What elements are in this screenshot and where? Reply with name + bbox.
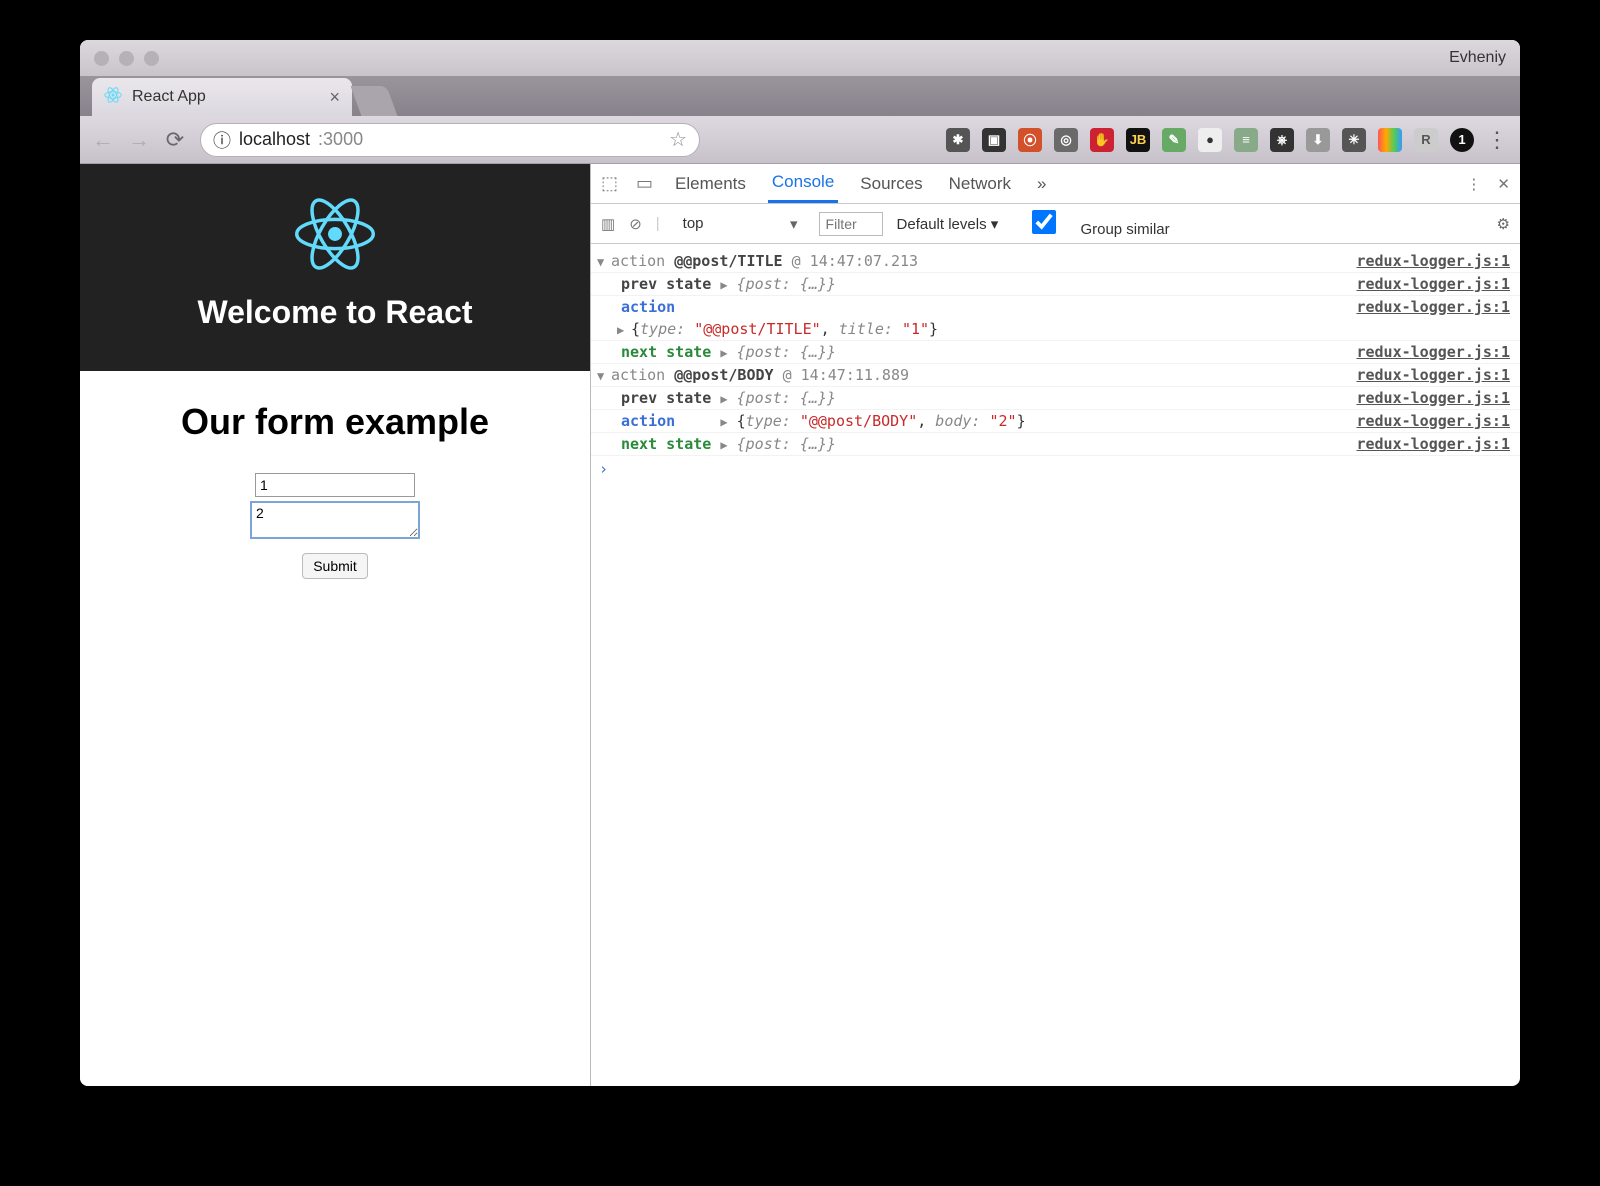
browser-menu-icon[interactable]: ⋮ xyxy=(1486,127,1508,153)
app-header: Welcome to React xyxy=(80,164,590,371)
extension-icon[interactable]: R xyxy=(1414,128,1438,152)
react-logo-icon xyxy=(295,194,375,274)
devtools-panel: ⬚ ▭ Elements Console Sources Network » ⋮… xyxy=(590,164,1520,1086)
log-group-header[interactable]: ▼ action @@post/TITLE @ 14:47:07.213 red… xyxy=(591,250,1520,273)
url-port: :3000 xyxy=(318,129,363,150)
extension-icon[interactable]: ⎈ xyxy=(1270,128,1294,152)
tab-title: React App xyxy=(132,88,206,106)
log-source-link[interactable]: redux-logger.js:1 xyxy=(1356,252,1510,270)
browser-window: Evheniy React App × ← → ⟳ ⓘ localhost :30… xyxy=(80,40,1520,1086)
extension-icon[interactable]: ✎ xyxy=(1162,128,1186,152)
tab-console[interactable]: Console xyxy=(768,164,838,203)
new-tab-button[interactable] xyxy=(351,86,398,116)
group-similar-checkbox[interactable]: Group similar xyxy=(1012,210,1169,238)
log-next-state[interactable]: next state ▶ {post: {…}} xyxy=(591,341,1520,364)
tab-network[interactable]: Network xyxy=(945,166,1015,202)
log-action-object[interactable]: ▶ {type: "@@post/TITLE", title: "1"} xyxy=(591,318,1520,341)
disclosure-triangle-icon[interactable]: ▼ xyxy=(597,369,611,383)
title-input[interactable] xyxy=(255,473,415,497)
log-action-label: action redux-logger.js:1 xyxy=(591,296,1520,318)
console-settings-icon[interactable]: ⚙ xyxy=(1497,215,1510,233)
bookmark-star-icon[interactable]: ☆ xyxy=(669,127,687,152)
traffic-lights xyxy=(94,51,159,66)
console-sidebar-toggle-icon[interactable]: ▥ xyxy=(601,215,615,233)
extension-icon[interactable]: ● xyxy=(1198,128,1222,152)
devtools-tabbar: ⬚ ▭ Elements Console Sources Network » ⋮… xyxy=(591,164,1520,204)
tabs-overflow-icon[interactable]: » xyxy=(1033,166,1050,202)
app-body: Our form example 2 Submit xyxy=(80,371,590,609)
tab-sources[interactable]: Sources xyxy=(856,166,926,202)
window-titlebar: Evheniy xyxy=(80,40,1520,76)
console-prompt[interactable]: › xyxy=(591,456,1520,482)
log-source-link[interactable]: redux-logger.js:1 xyxy=(1356,412,1510,430)
form-heading: Our form example xyxy=(100,401,570,443)
extension-icon[interactable]: ✳ xyxy=(1342,128,1366,152)
log-source-link[interactable]: redux-logger.js:1 xyxy=(1356,275,1510,293)
window-close[interactable] xyxy=(94,51,109,66)
app-page: Welcome to React Our form example 2 Subm… xyxy=(80,164,590,1086)
body-textarea[interactable]: 2 xyxy=(250,501,420,539)
extension-icon[interactable] xyxy=(1378,128,1402,152)
extension-icon[interactable]: ▣ xyxy=(982,128,1006,152)
context-selector[interactable]: top xyxy=(674,212,805,235)
nav-bar: ← → ⟳ ⓘ localhost :3000 ☆ ✱ ▣ ⦿ ◎ ✋ JB ✎ … xyxy=(80,116,1520,164)
log-source-link[interactable]: redux-logger.js:1 xyxy=(1356,389,1510,407)
extension-icon[interactable]: JB xyxy=(1126,128,1150,152)
extension-icon[interactable]: ✱ xyxy=(946,128,970,152)
disclosure-triangle-icon[interactable]: ▼ xyxy=(597,255,611,269)
profile-name: Evheniy xyxy=(1449,49,1506,67)
tab-elements[interactable]: Elements xyxy=(671,166,750,202)
forward-button[interactable]: → xyxy=(128,127,150,153)
extension-icon[interactable]: ⦿ xyxy=(1018,128,1042,152)
content-area: Welcome to React Our form example 2 Subm… xyxy=(80,164,1520,1086)
site-info-icon[interactable]: ⓘ xyxy=(213,127,231,153)
address-bar[interactable]: ⓘ localhost :3000 ☆ xyxy=(200,123,700,157)
clear-console-icon[interactable]: ⊘ xyxy=(629,215,642,233)
log-source-link[interactable]: redux-logger.js:1 xyxy=(1356,366,1510,384)
window-maximize[interactable] xyxy=(144,51,159,66)
console-toolbar: ▥ ⊘ | top Default levels ▾ Group similar… xyxy=(591,204,1520,244)
extension-icon[interactable]: ⬇ xyxy=(1306,128,1330,152)
submit-button[interactable]: Submit xyxy=(302,553,368,579)
log-prev-state[interactable]: prev state ▶ {post: {…}} redux-logger.js… xyxy=(591,273,1520,296)
tab-close-icon[interactable]: × xyxy=(329,87,340,108)
log-next-state[interactable]: next state ▶ {post: {…}} redux-logger.js… xyxy=(591,433,1520,456)
browser-tab[interactable]: React App × xyxy=(92,78,352,116)
devtools-menu-icon[interactable]: ⋮ xyxy=(1466,175,1481,193)
hero-title: Welcome to React xyxy=(80,294,590,331)
log-source-link[interactable]: redux-logger.js:1 xyxy=(1356,298,1510,316)
console-filter-input[interactable] xyxy=(819,212,883,236)
disclosure-triangle-icon[interactable]: ▶ xyxy=(617,323,631,337)
url-host: localhost xyxy=(239,129,310,150)
extension-icon[interactable]: ◎ xyxy=(1054,128,1078,152)
log-source-link[interactable]: redux-logger.js:1 xyxy=(1356,435,1510,453)
devtools-close-icon[interactable]: ✕ xyxy=(1497,175,1510,193)
tab-bar: React App × xyxy=(80,76,1520,116)
extension-icon[interactable]: ✋ xyxy=(1090,128,1114,152)
form: 2 Submit xyxy=(100,473,570,579)
extension-icon[interactable]: ≡ xyxy=(1234,128,1258,152)
back-button[interactable]: ← xyxy=(92,127,114,153)
window-minimize[interactable] xyxy=(119,51,134,66)
reload-button[interactable]: ⟳ xyxy=(164,127,186,153)
react-favicon-icon xyxy=(104,86,122,109)
profile-avatar-icon[interactable]: 1 xyxy=(1450,128,1474,152)
extensions-row: ✱ ▣ ⦿ ◎ ✋ JB ✎ ● ≡ ⎈ ⬇ ✳ R 1 ⋮ xyxy=(946,127,1508,153)
inspect-element-icon[interactable]: ⬚ xyxy=(601,173,618,194)
log-group-header[interactable]: ▼ action @@post/BODY @ 14:47:11.889 redu… xyxy=(591,364,1520,387)
log-prev-state[interactable]: prev state ▶ {post: {…}} redux-logger.js… xyxy=(591,387,1520,410)
log-levels-dropdown[interactable]: Default levels ▾ xyxy=(897,215,999,233)
device-toolbar-icon[interactable]: ▭ xyxy=(636,173,653,194)
console-log-area: ▼ action @@post/TITLE @ 14:47:07.213 red… xyxy=(591,244,1520,1086)
log-action-row[interactable]: action ▶ {type: "@@post/BODY", body: "2"… xyxy=(591,410,1520,433)
